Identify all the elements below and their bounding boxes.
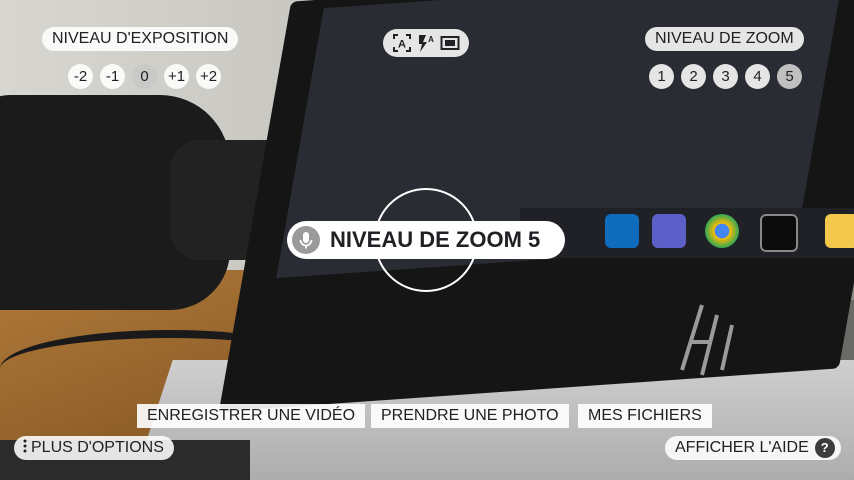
background-folder-icon	[825, 214, 854, 248]
background-teams-icon	[652, 214, 686, 248]
background-hp-logo	[680, 304, 734, 376]
background-taskbar	[520, 208, 854, 258]
my-files-button[interactable]: MES FICHIERS	[578, 404, 712, 428]
exposure-level-minus-1[interactable]: -1	[100, 64, 125, 89]
help-icon: ?	[814, 437, 835, 458]
background-terminal-icon	[760, 214, 798, 252]
exposure-level-label: NIVEAU D'EXPOSITION	[42, 27, 239, 51]
camera-mode-toolbar: A A	[383, 29, 469, 57]
zoom-level-2[interactable]: 2	[681, 64, 706, 89]
more-options-button[interactable]: PLUS D'OPTIONS	[14, 436, 174, 460]
svg-text:A: A	[428, 35, 434, 44]
show-help-button[interactable]: AFFICHER L'AIDE?	[665, 436, 841, 460]
zoom-level-3[interactable]: 3	[713, 64, 738, 89]
take-photo-button[interactable]: PRENDRE UNE PHOTO	[371, 404, 569, 428]
text-scan-icon[interactable]: A	[392, 33, 412, 53]
background-chrome-icon	[705, 214, 739, 248]
background-outlook-icon	[605, 214, 639, 248]
toast-message: NIVEAU DE ZOOM 5	[330, 227, 541, 252]
exposure-level-0[interactable]: 0	[132, 64, 157, 89]
voice-feedback-toast: NIVEAU DE ZOOM 5	[287, 221, 565, 259]
svg-text:A: A	[398, 39, 406, 51]
zoom-level-4[interactable]: 4	[745, 64, 770, 89]
exposure-level-minus-2[interactable]: -2	[68, 64, 93, 89]
aspect-ratio-icon[interactable]	[440, 33, 460, 53]
record-video-button[interactable]: ENREGISTRER UNE VIDÉO	[137, 404, 366, 428]
zoom-level-5[interactable]: 5	[777, 64, 802, 89]
zoom-level-1[interactable]: 1	[649, 64, 674, 89]
more-vert-icon	[23, 439, 27, 453]
zoom-level-label: NIVEAU DE ZOOM	[645, 27, 804, 51]
microphone-icon	[292, 226, 320, 254]
more-options-label: PLUS D'OPTIONS	[31, 439, 164, 456]
exposure-level-plus-1[interactable]: +1	[164, 64, 189, 89]
show-help-label: AFFICHER L'AIDE	[675, 439, 809, 456]
flash-auto-icon[interactable]: A	[416, 33, 436, 53]
exposure-level-plus-2[interactable]: +2	[196, 64, 221, 89]
